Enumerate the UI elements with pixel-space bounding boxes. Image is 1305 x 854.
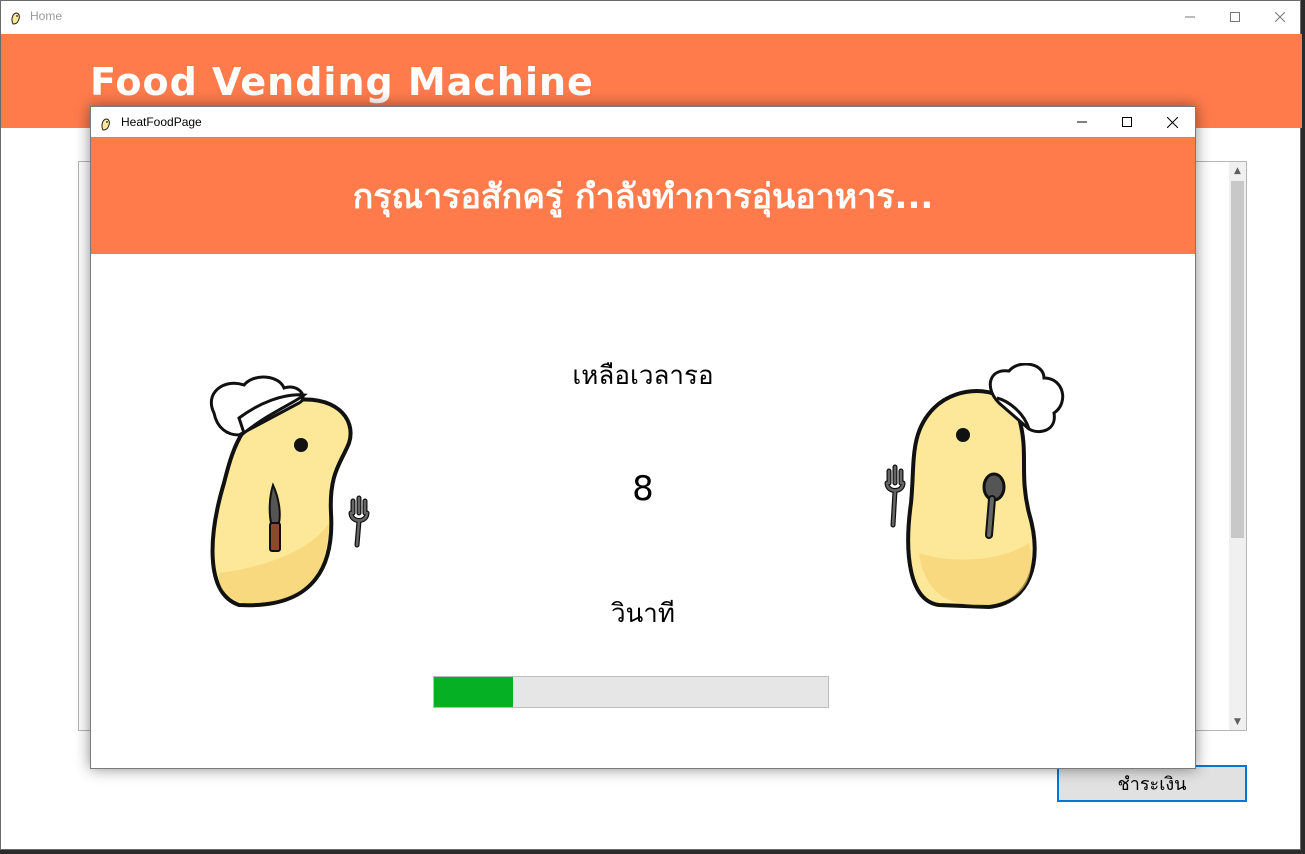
scrollbar-thumb[interactable]	[1231, 181, 1244, 538]
home-title: Home	[30, 9, 63, 23]
dialog-title: HeatFoodPage	[121, 115, 202, 129]
progress-fill	[434, 677, 513, 707]
dialog-close-button[interactable]	[1149, 107, 1195, 137]
chick-icon	[99, 116, 113, 131]
vertical-scrollbar[interactable]: ▲ ▼	[1229, 162, 1246, 730]
dialog-minimize-button[interactable]	[1059, 107, 1105, 137]
maximize-button[interactable]	[1212, 1, 1258, 33]
close-button[interactable]	[1257, 1, 1303, 33]
dialog-maximize-button[interactable]	[1104, 107, 1150, 137]
home-titlebar[interactable]: Home	[1, 1, 1300, 33]
dialog-banner: กรุณารอสักครู่ กำลังทำการอุ่นอาหาร...	[91, 137, 1195, 254]
banner-text: กรุณารอสักครู่ กำลังทำการอุ่นอาหาร...	[352, 176, 934, 217]
heating-progress-bar	[433, 676, 829, 708]
close-icon	[1275, 12, 1285, 22]
pay-button[interactable]: ชำระเงิน	[1057, 765, 1247, 802]
maximize-icon	[1230, 12, 1240, 22]
scroll-up-icon[interactable]: ▲	[1229, 162, 1246, 179]
scroll-down-icon[interactable]: ▼	[1229, 713, 1246, 730]
countdown-value: 8	[632, 469, 654, 509]
close-icon	[1166, 116, 1178, 128]
remaining-time-label: เหลือเวลารอ	[572, 361, 714, 391]
seconds-unit-label: วินาที	[610, 599, 676, 629]
maximize-icon	[1122, 117, 1132, 127]
brand-title: Food Vending Machine	[90, 60, 594, 104]
minimize-icon	[1077, 121, 1087, 123]
heat-food-dialog: HeatFoodPage กรุณารอสักครู่ กำลังทำการอุ…	[90, 106, 1196, 769]
minimize-icon	[1185, 16, 1195, 18]
chick-icon	[9, 10, 23, 25]
minimize-button[interactable]	[1167, 1, 1213, 33]
dialog-titlebar[interactable]: HeatFoodPage	[91, 107, 1195, 137]
